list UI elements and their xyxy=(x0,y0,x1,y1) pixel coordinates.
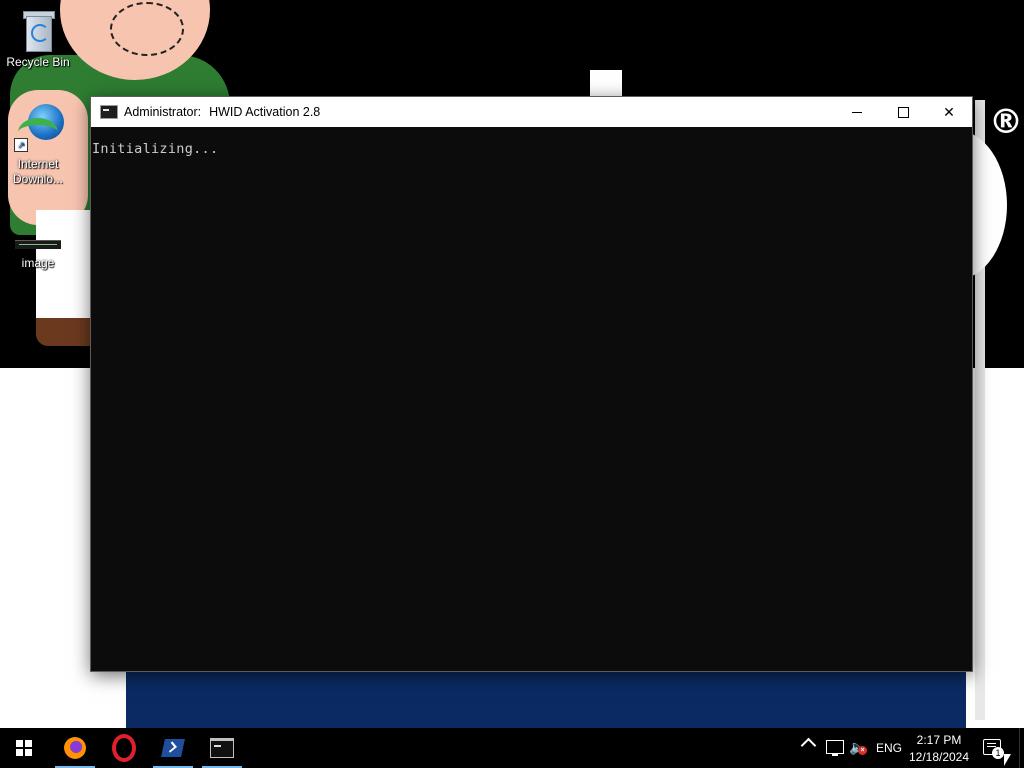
wallpaper-white-square xyxy=(590,70,622,98)
taskbar-app-command-prompt[interactable] xyxy=(198,728,246,768)
wallpaper-blue-band xyxy=(126,668,966,728)
minimize-icon xyxy=(852,111,862,113)
shortcut-arrow-icon: ↗ xyxy=(14,138,28,152)
taskbar-app-firefox[interactable] xyxy=(51,728,99,768)
console-output-line: Initializing... xyxy=(92,141,219,157)
mouse-cursor-icon xyxy=(1004,754,1011,766)
close-icon: ✕ xyxy=(943,103,955,120)
clock-time: 2:17 PM xyxy=(916,733,962,747)
opera-icon xyxy=(112,734,136,762)
window-controls: ✕ xyxy=(834,97,972,127)
taskbar-app-powershell[interactable] xyxy=(149,728,197,768)
input-language-indicator[interactable]: ENG xyxy=(876,741,902,755)
windows-start-icon xyxy=(16,740,32,756)
recycle-bin-icon xyxy=(19,8,57,52)
desktop-icon-recycle-bin[interactable]: Recycle Bin xyxy=(0,8,76,70)
desktop-icon-label: Internet Downlo... xyxy=(12,157,64,186)
clock-date: 12/18/2024 xyxy=(908,750,970,764)
image-file-icon xyxy=(15,236,61,250)
close-button[interactable]: ✕ xyxy=(926,97,972,127)
desktop-icon-image[interactable]: image xyxy=(0,236,76,271)
start-button[interactable] xyxy=(0,728,48,768)
taskbar: 🔈 × ENG 2:17 PM 12/18/2024 1 xyxy=(0,728,1024,768)
console-window[interactable]: Administrator: HWID Activation 2.8 ✕ Ini… xyxy=(91,97,972,671)
volume-muted-badge-icon: × xyxy=(858,746,867,755)
wallpaper-registered-mark: ® xyxy=(989,102,1023,142)
network-icon[interactable] xyxy=(826,740,844,756)
console-output-area[interactable]: Initializing... xyxy=(91,127,972,671)
minimize-button[interactable] xyxy=(834,97,880,127)
window-title-prefix: Administrator: xyxy=(124,105,202,119)
maximize-button[interactable] xyxy=(880,97,926,127)
desktop-icon-label: image xyxy=(21,256,55,270)
taskbar-app-opera[interactable] xyxy=(100,728,148,768)
window-title: HWID Activation 2.8 xyxy=(209,105,321,119)
notification-count-badge: 1 xyxy=(992,747,1004,759)
desktop-icon-internet-download-manager[interactable]: ↗ Internet Downlo... xyxy=(0,104,76,187)
cmd-window-icon[interactable] xyxy=(100,105,118,119)
maximize-icon xyxy=(897,106,909,118)
cmd-icon xyxy=(210,738,234,758)
desktop-icon-label: Recycle Bin xyxy=(6,55,70,69)
show-desktop-button[interactable] xyxy=(1019,728,1024,768)
window-titlebar[interactable]: Administrator: HWID Activation 2.8 ✕ xyxy=(91,97,972,127)
firefox-icon xyxy=(64,737,86,759)
internet-download-manager-icon: ↗ xyxy=(14,104,64,154)
show-hidden-icons-chevron-icon[interactable] xyxy=(800,737,817,754)
clock[interactable]: 2:17 PM 12/18/2024 xyxy=(906,732,972,766)
wallpaper-character-glasses xyxy=(110,2,184,56)
powershell-icon xyxy=(161,739,185,757)
